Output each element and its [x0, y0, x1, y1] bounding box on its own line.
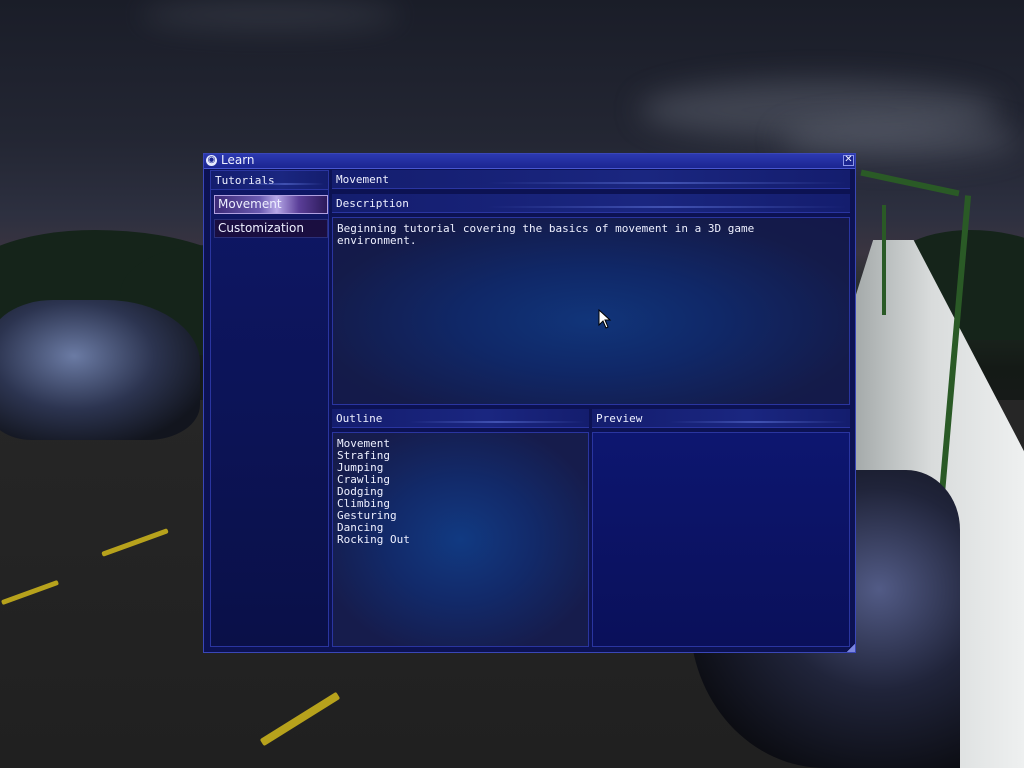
vehicle-left [0, 300, 200, 440]
preview-header: Preview [592, 409, 850, 428]
outline-item[interactable]: Rocking Out [337, 534, 584, 546]
close-button[interactable]: ✕ [843, 155, 854, 166]
outline-list: Movement Strafing Jumping Crawling Dodgi… [332, 432, 589, 647]
window-title: Learn [221, 153, 255, 167]
learn-window: ◉ Learn ✕ Tutorials Movement Customizati… [203, 153, 856, 653]
cloud [140, 0, 400, 30]
tutorial-item-movement[interactable]: Movement [214, 195, 328, 214]
tutorials-header: Tutorials [211, 171, 328, 190]
tutorial-title-header: Movement [332, 170, 850, 189]
tutorial-item-customization[interactable]: Customization [214, 219, 328, 238]
window-titlebar[interactable]: ◉ Learn ✕ [204, 153, 855, 169]
game-logo-icon: ◉ [206, 155, 217, 166]
pole [882, 205, 886, 315]
tutorials-list-pane: Tutorials Movement Customization [210, 170, 329, 647]
description-header: Description [332, 194, 850, 213]
outline-header: Outline [332, 409, 589, 428]
description-text: Beginning tutorial covering the basics o… [332, 217, 850, 405]
preview-panel [592, 432, 850, 647]
resize-grip-icon[interactable] [847, 644, 855, 652]
pole-beam [860, 169, 960, 197]
